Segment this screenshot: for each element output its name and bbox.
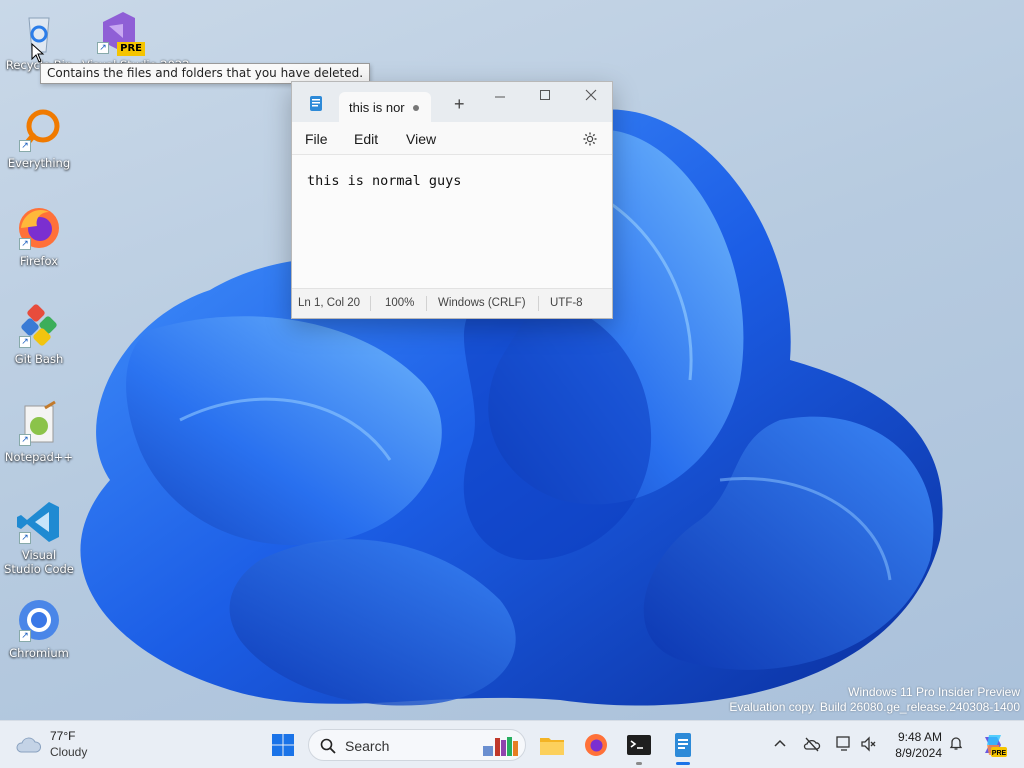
unsaved-dot-icon[interactable] [413,105,419,111]
chromium-icon: ↗ [15,596,63,644]
status-divider [426,296,427,311]
shortcut-arrow-icon: ↗ [19,140,31,152]
shortcut-arrow-icon: ↗ [19,532,31,544]
copilot-preview-icon[interactable]: PRE [979,731,1007,759]
network-icon[interactable] [835,735,853,753]
status-divider [370,296,371,311]
desktop-icon-label: Everything [7,156,71,170]
notepad-icon [675,733,691,757]
status-bar: Ln 1, Col 20 100% Windows (CRLF) UTF-8 [292,288,612,318]
start-windows-icon[interactable] [271,733,295,757]
shortcut-arrow-icon: ↗ [19,434,31,446]
folder-icon [540,738,564,755]
weather-condition: Cloudy [50,745,88,759]
firefox-icon [585,734,607,756]
desktop-icon-firefox[interactable]: ↗ Firefox [4,204,74,268]
visual-studio-icon: PRE ↗ [93,8,145,56]
clock-time: 9:48 AM [897,730,942,744]
shortcut-arrow-icon: ↗ [19,630,31,642]
shortcut-arrow-icon: ↗ [19,238,31,250]
text-editor[interactable]: this is normal guys [292,155,612,288]
mouse-cursor-icon [31,43,45,63]
maximize-icon [540,90,550,100]
taskbar-search[interactable]: Search [308,729,526,761]
status-divider [538,296,539,311]
desktop-icon-label: Visual Studio Code [4,548,74,576]
search-highlight-books-icon [483,737,518,756]
close-button[interactable] [576,88,606,108]
desktop-icon-notepad-plus-plus[interactable]: ↗ Notepad++ [4,400,74,464]
desktop-icon-label: Chromium [9,646,69,660]
menu-view[interactable]: View [406,131,436,147]
desktop-icon-label: Firefox [19,254,59,268]
onedrive-offline-icon[interactable] [803,735,821,753]
taskbar-file-explorer[interactable] [536,729,568,761]
menu-file[interactable]: File [305,131,328,147]
svg-text:PRE: PRE [992,750,1007,757]
menu-edit[interactable]: Edit [354,131,378,147]
volume-muted-icon[interactable] [860,735,878,753]
desktop-icon-label: Git Bash [14,352,64,366]
shortcut-arrow-icon: ↗ [97,42,109,54]
active-indicator [676,762,690,765]
new-tab-button[interactable]: + [454,95,465,113]
vscode-icon: ↗ [15,498,63,546]
taskbar-notepad[interactable] [667,729,699,765]
minimize-icon [495,96,505,98]
search-placeholder: Search [345,738,390,754]
notepad-app-icon [310,96,322,111]
watermark-line-2: Evaluation copy. Build 26080.ge_release.… [729,700,1020,714]
everything-icon: ↗ [15,106,63,154]
shortcut-arrow-icon: ↗ [19,336,31,348]
close-icon [585,89,597,101]
status-line-ending: Windows (CRLF) [438,297,526,309]
git-bash-icon: ↗ [15,302,63,350]
status-zoom: 100% [385,297,415,309]
watermark-line-1: Windows 11 Pro Insider Preview [848,685,1020,699]
desktop-icon-chromium[interactable]: ↗ Chromium [4,596,74,660]
weather-temperature: 77°F [50,729,76,743]
title-bar[interactable]: this is nor + [292,82,612,122]
desktop-icon-git-bash[interactable]: ↗ Git Bash [4,302,74,366]
clock-date: 8/9/2024 [895,746,942,760]
taskbar-terminal[interactable] [623,729,655,765]
editor-content: this is normal guys [307,173,462,189]
status-encoding: UTF-8 [550,297,583,309]
cloud-icon [16,737,42,753]
settings-gear-icon[interactable] [582,131,598,147]
chevron-up-icon[interactable] [772,735,788,751]
taskbar: 77°F Cloudy Search 9:48 AM 8/9/2024 PRE [0,720,1024,768]
notepad-plus-plus-icon: ↗ [15,400,63,448]
preview-badge: PRE [117,42,145,56]
desktop-icon-label: Notepad++ [4,450,74,464]
tab-document[interactable]: this is nor [339,92,431,122]
taskbar-clock[interactable]: 9:48 AM 8/9/2024 [888,729,942,761]
terminal-icon [627,735,651,755]
firefox-icon: ↗ [15,204,63,252]
status-cursor-position: Ln 1, Col 20 [298,297,361,309]
desktop-icon-everything[interactable]: ↗ Everything [4,106,74,170]
menu-bar: File Edit View [292,122,612,155]
evaluation-watermark: Windows 11 Pro Insider Preview Evaluatio… [729,685,1020,715]
desktop-icon-vscode[interactable]: ↗ Visual Studio Code [4,498,74,576]
running-indicator [636,762,642,765]
maximize-button[interactable] [530,88,560,108]
taskbar-firefox[interactable] [580,729,612,761]
minimize-button[interactable] [485,88,515,108]
search-icon [320,738,336,754]
notification-bell-icon[interactable] [948,735,964,751]
notepad-window: this is nor + File Edit View this is nor… [291,81,613,319]
tab-title: this is nor [349,100,405,115]
